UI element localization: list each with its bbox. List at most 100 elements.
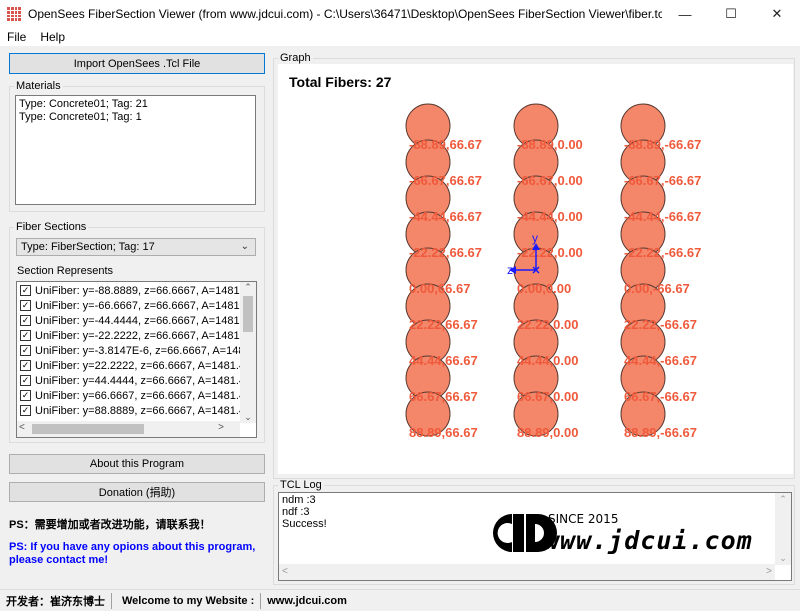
- graph-canvas[interactable]: Total Fibers: 27 -88.89,66.67 -66.67,66.6…: [278, 64, 793, 474]
- fiber-coordinate-label: -22.22,0.00: [517, 245, 583, 260]
- fiber-rows: ✓ UniFiber: y=-88.8889, z=66.6667, A=1481…: [17, 283, 256, 418]
- scroll-up-icon[interactable]: ⌃: [240, 282, 256, 294]
- fiber-coordinate-label: -66.67,66.67: [409, 173, 482, 188]
- fiber-list-item[interactable]: ✓ UniFiber: y=-22.2222, z=66.6667, A=1481…: [17, 328, 256, 343]
- log-scroll-left-icon[interactable]: <: [282, 565, 288, 578]
- fiber-list-item[interactable]: ✓ UniFiber: y=-44.4444, z=66.6667, A=1481…: [17, 313, 256, 328]
- fiber-list-item[interactable]: ✓ UniFiber: y=22.2222, z=66.6667, A=1481.…: [17, 358, 254, 373]
- menu-file[interactable]: File: [0, 30, 33, 44]
- y-axis-label: y: [532, 231, 538, 245]
- fiber-coordinate-label: 0.00,66.67: [409, 281, 470, 296]
- fiber-coordinate-label: -44.44,0.00: [517, 209, 583, 224]
- fiber-item-label: UniFiber: y=66.6667, z=66.6667, A=1481.4…: [35, 389, 255, 402]
- ps-chinese-note: PS：需要增加或者改进功能，请联系我！: [9, 519, 211, 531]
- fiber-checkbox[interactable]: ✓: [20, 375, 31, 386]
- fiber-coordinate-label: 22.22,0.00: [517, 317, 578, 332]
- scroll-right-icon[interactable]: >: [218, 422, 224, 433]
- fiber-coordinate-label: 22.22,66.67: [409, 317, 478, 332]
- logo-since: SINCE 2015: [548, 512, 619, 526]
- fiber-list-item[interactable]: ✓ UniFiber: y=44.4444, z=66.6667, A=1481.…: [17, 373, 254, 388]
- horizontal-scrollbar[interactable]: < >: [17, 421, 240, 437]
- log-scroll-right-icon[interactable]: >: [766, 565, 772, 578]
- donation-button[interactable]: Donation (捐助): [9, 482, 265, 502]
- fiber-coordinate-label: -44.44,-66.67: [624, 209, 701, 224]
- fiber-coordinate-label: 44.44,0.00: [517, 353, 578, 368]
- graph-label: Graph: [278, 52, 313, 64]
- fiber-item-label: UniFiber: y=-22.2222, z=66.6667, A=1481.…: [35, 329, 257, 342]
- tcl-log-label: TCL Log: [278, 479, 324, 491]
- scroll-left-icon[interactable]: <: [19, 422, 25, 433]
- fiber-coordinate-label: -66.67,0.00: [517, 173, 583, 188]
- fiber-plot: -88.89,66.67 -66.67,66.67 -44.44,66.67 -22.…: [405, 103, 701, 440]
- fiber-coordinate-label: 88.89,66.67: [409, 425, 478, 440]
- fiber-section-select[interactable]: Type: FiberSection; Tag: 17 ⌄: [16, 238, 256, 256]
- status-developer: 开发者：崔济东博士: [6, 595, 105, 608]
- section-represents-label: Section Represents: [17, 265, 113, 277]
- fiber-item-label: UniFiber: y=-3.8147E-6, z=66.6667, A=148…: [35, 344, 257, 357]
- fiber-checkbox[interactable]: ✓: [20, 405, 31, 416]
- z-axis-label: z: [507, 263, 513, 277]
- fiber-coordinate-label: 0.00,-66.67: [624, 281, 690, 296]
- chevron-down-icon: ⌄: [240, 241, 249, 252]
- app-icon: [7, 7, 21, 21]
- materials-textbox[interactable]: Type: Concrete01; Tag: 21 Type: Concrete…: [15, 95, 256, 205]
- status-welcome: Welcome to my Website :: [122, 594, 255, 607]
- log-horizontal-scrollbar[interactable]: < >: [279, 564, 775, 580]
- fiber-item-label: UniFiber: y=-44.4444, z=66.6667, A=1481.…: [35, 314, 257, 327]
- title-bar: OpenSees FiberSection Viewer (from www.j…: [0, 0, 800, 28]
- fiber-coordinate-label: 0.00,0.00: [517, 281, 571, 296]
- hscroll-thumb[interactable]: [32, 424, 144, 434]
- log-vertical-scrollbar[interactable]: ⌃ ⌄: [775, 493, 791, 565]
- fiber-coordinate-label: 44.44,-66.67: [624, 353, 697, 368]
- fiber-coordinate-label: 22.22,-66.67: [624, 317, 697, 332]
- fiber-coordinate-label: 66.67,0.00: [517, 389, 578, 404]
- fiber-checkbox[interactable]: ✓: [20, 360, 31, 371]
- fiber-coordinate-label: 88.89,0.00: [517, 425, 578, 440]
- fiber-checkbox[interactable]: ✓: [20, 285, 31, 296]
- fiber-list-item[interactable]: ✓ UniFiber: y=-3.8147E-6, z=66.6667, A=14…: [17, 343, 256, 358]
- fiber-checkbox[interactable]: ✓: [20, 390, 31, 401]
- menu-bar: File Help: [0, 28, 800, 46]
- fiber-coordinate-label: -88.89,0.00: [517, 137, 583, 152]
- fiber-list-item[interactable]: ✓ UniFiber: y=-66.6667, z=66.6667, A=1481…: [17, 298, 256, 313]
- fiber-list-item[interactable]: ✓ UniFiber: y=88.8889, z=66.6667, A=1481.…: [17, 403, 254, 418]
- fiber-item-label: UniFiber: y=-88.8889, z=66.6667, A=1481.…: [35, 284, 257, 297]
- fiber-coordinate-label: -22.22,-66.67: [624, 245, 701, 260]
- fiber-checkbox[interactable]: ✓: [20, 330, 31, 341]
- fiber-item-label: UniFiber: y=-66.6667, z=66.6667, A=1481.…: [35, 299, 257, 312]
- status-website[interactable]: www.jdcui.com: [261, 595, 353, 607]
- fiber-coordinate-label: -66.67,-66.67: [624, 173, 701, 188]
- fiber-coordinate-label: 44.44,66.67: [409, 353, 478, 368]
- fiber-coordinate-label: 88.89,-66.67: [624, 425, 697, 440]
- about-button[interactable]: About this Program: [9, 454, 265, 474]
- minimize-button[interactable]: —: [662, 0, 708, 28]
- fiber-item-label: UniFiber: y=22.2222, z=66.6667, A=1481.4…: [35, 359, 255, 372]
- fiber-checkbox[interactable]: ✓: [20, 345, 31, 356]
- scroll-thumb[interactable]: [243, 296, 253, 332]
- log-scroll-up-icon[interactable]: ⌃: [775, 493, 791, 506]
- scroll-down-icon[interactable]: ⌄: [240, 412, 256, 423]
- fiber-checkbox[interactable]: ✓: [20, 300, 31, 311]
- jdcui-logo: SINCE 2015 www.jdcui.com: [482, 512, 762, 561]
- tcl-log-line: ndm :3: [282, 494, 316, 506]
- fiber-item-label: UniFiber: y=88.8889, z=66.6667, A=1481.4…: [35, 404, 255, 417]
- menu-help[interactable]: Help: [33, 30, 72, 44]
- fiber-checkbox[interactable]: ✓: [20, 315, 31, 326]
- log-scroll-down-icon[interactable]: ⌄: [775, 552, 791, 565]
- vertical-scrollbar[interactable]: ⌃ ⌄: [240, 282, 256, 423]
- maximize-button[interactable]: ☐: [708, 0, 754, 28]
- materials-label: Materials: [14, 80, 63, 92]
- fiber-list-item[interactable]: ✓ UniFiber: y=66.6667, z=66.6667, A=1481.…: [17, 388, 254, 403]
- fiber-item-label: UniFiber: y=44.4444, z=66.6667, A=1481.4…: [35, 374, 255, 387]
- ps-english-note: PS: If you have any opions about this pr…: [9, 541, 256, 566]
- fiber-checklist[interactable]: ✓ UniFiber: y=-88.8889, z=66.6667, A=1481…: [16, 281, 257, 438]
- import-tcl-button[interactable]: Import OpenSees .Tcl File: [9, 53, 265, 74]
- fiber-sections-label: Fiber Sections: [14, 221, 89, 233]
- fiber-list-item[interactable]: ✓ UniFiber: y=-88.8889, z=66.6667, A=1481…: [17, 283, 256, 298]
- logo-url: www.jdcui.com: [544, 526, 753, 555]
- fiber-section-selected: Type: FiberSection; Tag: 17: [21, 241, 155, 253]
- window-title: OpenSees FiberSection Viewer (from www.j…: [28, 7, 662, 21]
- fiber-coordinate-label: 66.67,-66.67: [624, 389, 697, 404]
- close-button[interactable]: ✕: [754, 0, 800, 28]
- status-bar: 开发者：崔济东博士 Welcome to my Website : www.jd…: [0, 589, 800, 611]
